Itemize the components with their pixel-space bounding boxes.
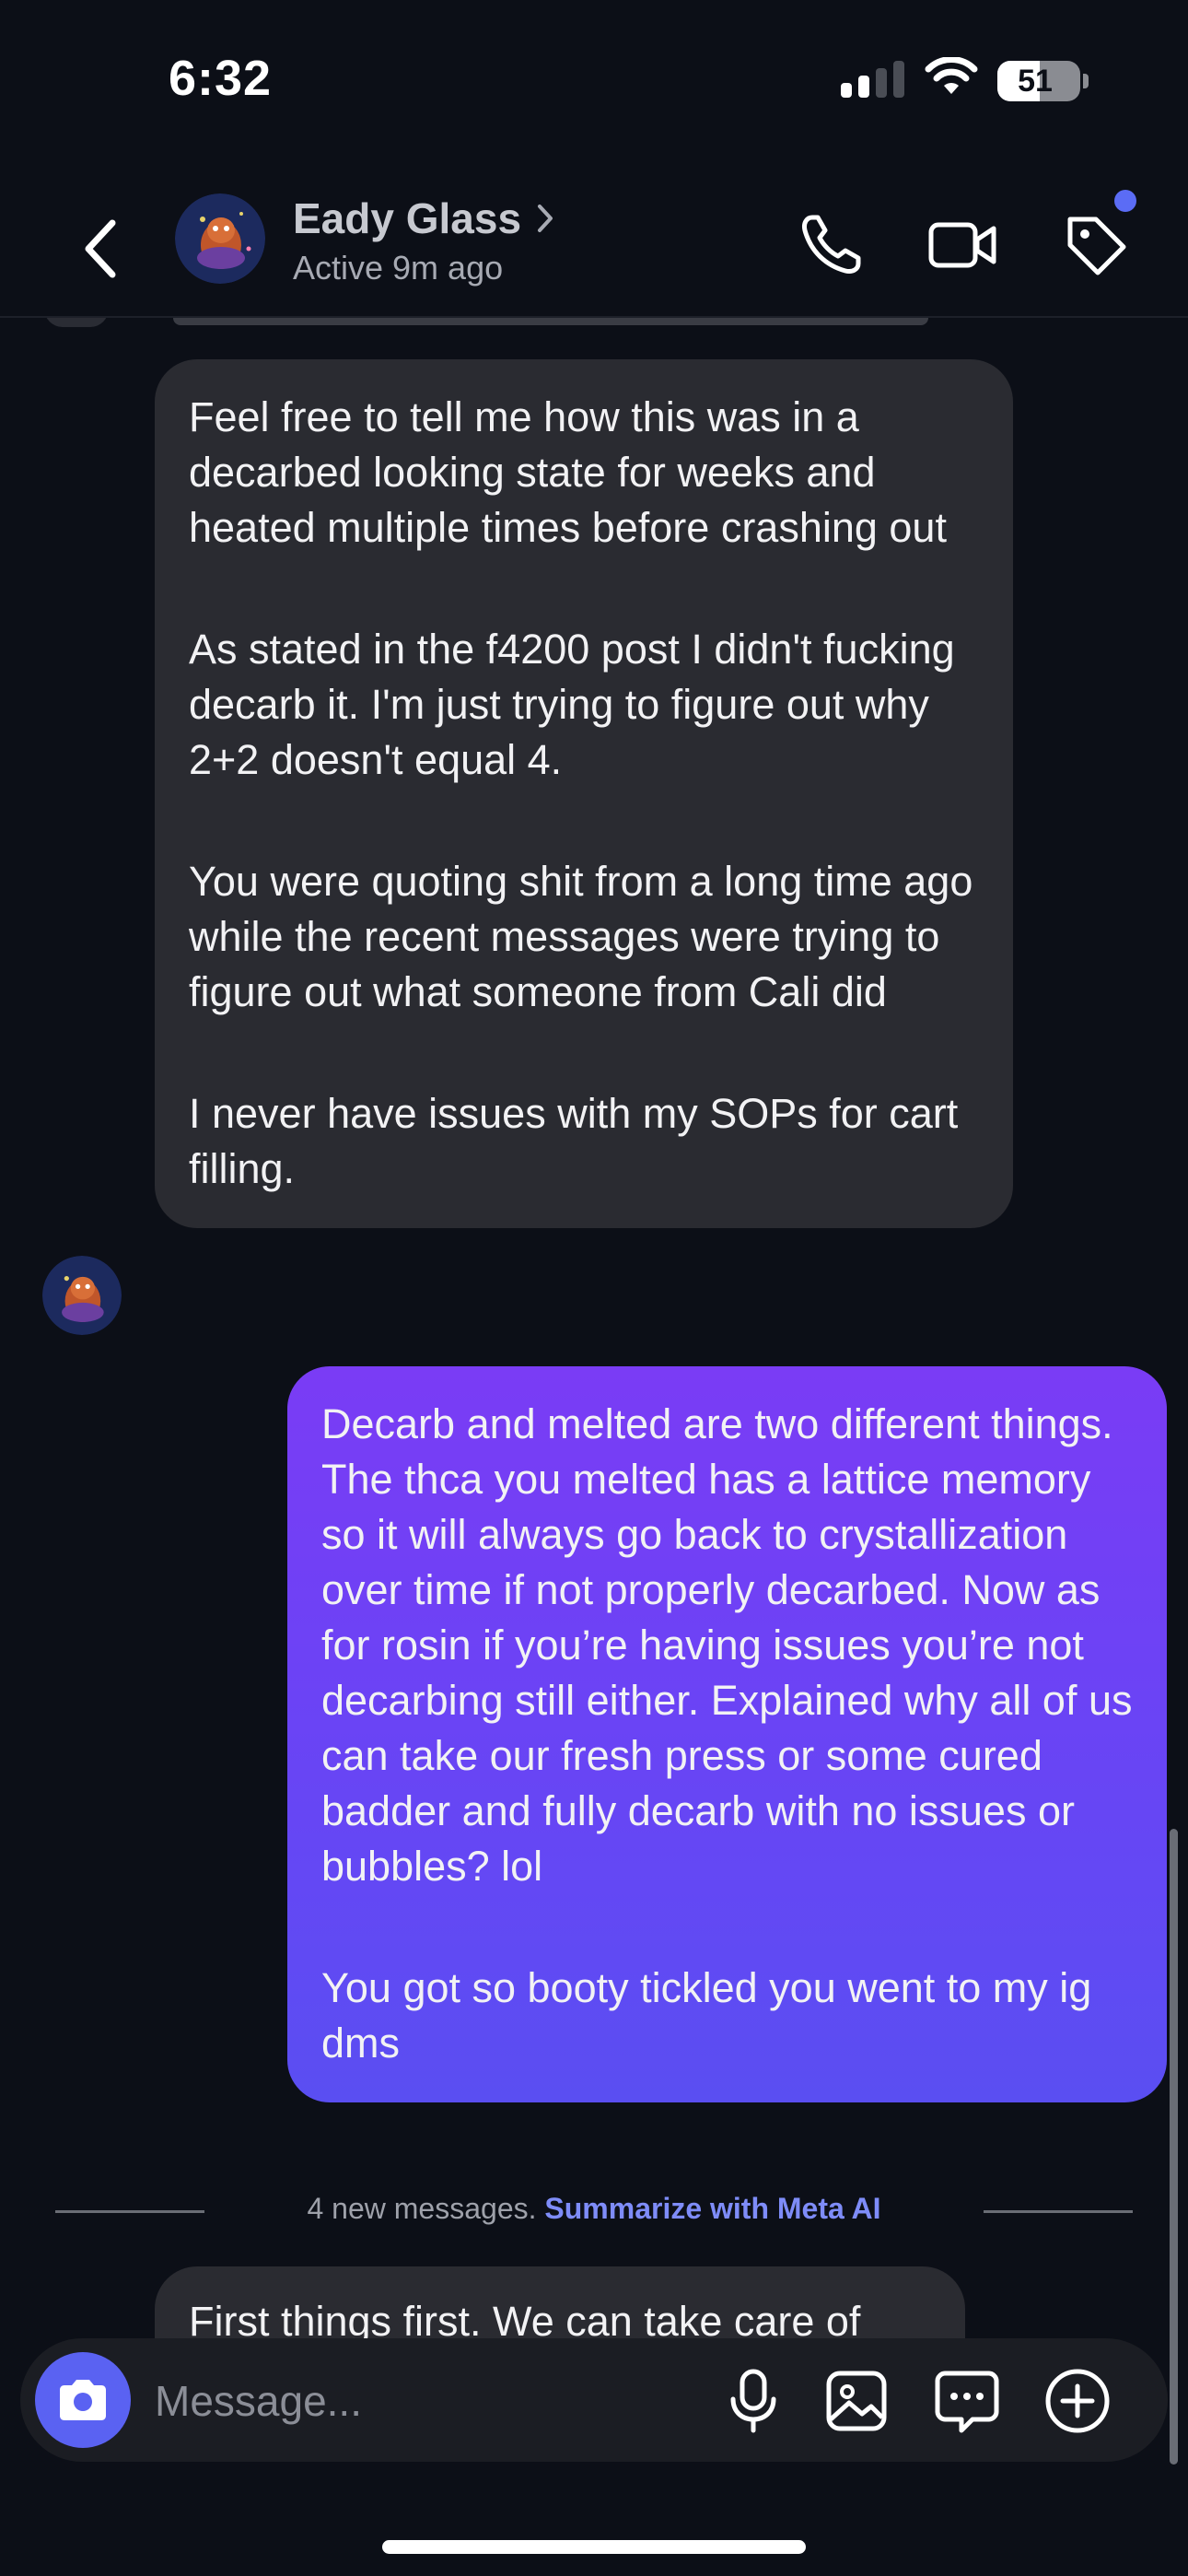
sticker-icon[interactable] [932,2366,1002,2436]
battery-cap [1083,74,1089,88]
camera-button[interactable] [35,2352,131,2448]
video-camera-icon[interactable] [926,208,999,282]
plus-icon[interactable] [1042,2366,1112,2436]
new-messages-divider: 4 new messages. Summarize with Meta AI [0,2188,1188,2234]
divider-text-row: 4 new messages. Summarize with Meta AI [0,2192,1188,2226]
divider-line-right [984,2210,1133,2213]
contact-avatar[interactable] [175,193,265,284]
outgoing-message-bubble[interactable]: Decarb and melted are two different thin… [287,1366,1167,2102]
conversation-header: Eady Glass Active 9m ago [0,175,1188,318]
message-paragraph: You got so booty tickled you went to my … [321,1964,1092,2067]
camera-icon [60,2380,106,2420]
message-composer [20,2338,1168,2462]
message-paragraph: You were quoting shit from a long time a… [189,858,973,1015]
new-messages-count: 4 new messages. [307,2192,537,2225]
wifi-icon [925,57,978,94]
phone-icon[interactable] [794,208,868,282]
notification-dot [1114,190,1136,212]
incoming-message-bubble[interactable]: Feel free to tell me how this was in a d… [155,359,1013,1228]
contact-active-status: Active 9m ago [293,249,504,287]
previous-message-fragment [173,318,928,325]
image-icon[interactable] [821,2366,891,2436]
battery-icon: 51 [997,61,1080,101]
microphone-icon[interactable] [718,2366,788,2436]
scrollbar[interactable] [1170,1829,1178,2465]
chevron-right-icon [538,205,553,232]
sender-avatar[interactable] [42,1256,122,1335]
home-indicator[interactable] [382,2540,806,2554]
status-time: 6:32 [169,51,273,106]
tag-icon[interactable] [1059,208,1133,282]
battery-level: 51 [1018,64,1053,99]
message-thread[interactable]: Feel free to tell me how this was in a d… [0,309,1188,2465]
summarize-with-meta-ai-link[interactable]: Summarize with Meta AI [544,2192,880,2225]
contact-name: Eady Glass [293,194,522,242]
message-paragraph: Decarb and melted are two different thin… [321,1400,1133,1890]
contact-name-row[interactable]: Eady Glass [293,193,554,243]
signal-icon [841,61,904,98]
message-paragraph: I never have issues with my SOPs for car… [189,1090,959,1192]
back-chevron-icon[interactable] [74,212,129,286]
message-paragraph: Feel free to tell me how this was in a d… [189,393,947,551]
message-paragraph: As stated in the f4200 post I didn't fuc… [189,626,955,783]
message-input[interactable] [155,2371,707,2430]
